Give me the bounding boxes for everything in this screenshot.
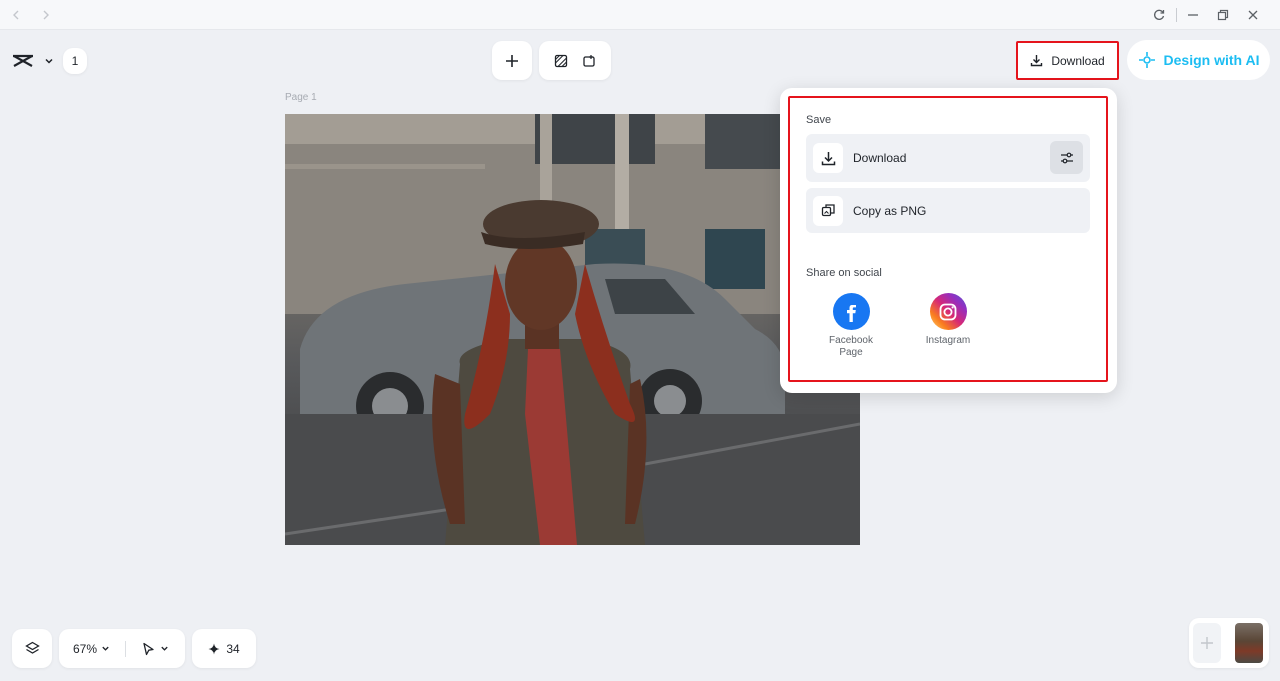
zoom-pointer-group: 67% [59, 629, 185, 668]
sparkle-icon [208, 643, 220, 655]
photo-illustration [285, 114, 860, 545]
page-label: Page 1 [285, 92, 317, 103]
refresh-icon[interactable] [1149, 5, 1169, 25]
chevron-down-icon [160, 644, 169, 653]
forward-icon[interactable] [36, 5, 56, 25]
download-option-icon [813, 143, 843, 173]
resize-icon[interactable] [582, 54, 596, 68]
plus-icon [505, 54, 519, 68]
layers-icon [24, 641, 40, 656]
design-with-ai-label: Design with AI [1163, 52, 1260, 68]
share-facebook[interactable]: Facebook Page [816, 293, 886, 359]
zoom-value: 67% [73, 641, 98, 656]
back-icon[interactable] [6, 5, 26, 25]
minimize-icon[interactable] [1183, 5, 1203, 25]
capcut-logo-icon [12, 53, 34, 69]
download-option[interactable]: Download [806, 134, 1090, 182]
chevron-down-icon [101, 644, 110, 653]
restore-icon[interactable] [1213, 5, 1233, 25]
close-icon[interactable] [1243, 5, 1263, 25]
page-strip [1189, 618, 1269, 668]
download-popup: Save Download Copy as PNG Share on socia… [780, 88, 1117, 393]
background-icon[interactable] [554, 54, 568, 68]
page-count: 1 [71, 54, 79, 68]
logo-menu[interactable] [12, 44, 54, 78]
canvas-tools [539, 41, 611, 80]
download-header-button[interactable]: Download [1016, 41, 1119, 80]
copy-png-option[interactable]: Copy as PNG [806, 188, 1090, 233]
add-page-button[interactable] [1193, 623, 1221, 663]
layers-button[interactable] [12, 629, 52, 668]
canvas-image[interactable] [285, 114, 860, 545]
instagram-label: Instagram [925, 335, 971, 346]
design-with-ai-button[interactable]: Design with AI [1127, 40, 1270, 80]
share-instagram[interactable]: Instagram [913, 293, 983, 347]
facebook-label-line1: Facebook [829, 335, 873, 346]
download-settings-button[interactable] [1050, 141, 1083, 174]
credits-button[interactable]: 34 [192, 629, 256, 668]
zoom-dropdown[interactable]: 67% [73, 642, 110, 656]
titlebar-divider [1176, 8, 1177, 22]
pointer-icon [142, 642, 155, 656]
instagram-icon [929, 293, 967, 330]
toolbar-divider [125, 640, 127, 657]
download-header-label: Download [1051, 53, 1105, 68]
sliders-icon [1060, 151, 1074, 165]
copy-icon [813, 195, 843, 226]
plus-icon [1200, 636, 1214, 650]
ai-sparkle-icon [1138, 51, 1156, 69]
download-option-label: Download [853, 151, 907, 165]
download-icon [1030, 54, 1043, 67]
credits-count: 34 [226, 641, 240, 656]
facebook-icon [832, 293, 870, 330]
chevron-down-icon [44, 56, 54, 66]
page-count-badge[interactable]: 1 [63, 48, 87, 74]
share-section-title: Share on social [806, 267, 882, 279]
page-thumbnail[interactable] [1235, 623, 1263, 663]
copy-png-label: Copy as PNG [853, 203, 927, 218]
save-section-title: Save [806, 114, 832, 126]
pointer-dropdown[interactable] [142, 642, 169, 656]
add-button[interactable] [492, 41, 532, 80]
title-bar [0, 0, 1280, 30]
facebook-label-line2: Page [839, 347, 863, 358]
